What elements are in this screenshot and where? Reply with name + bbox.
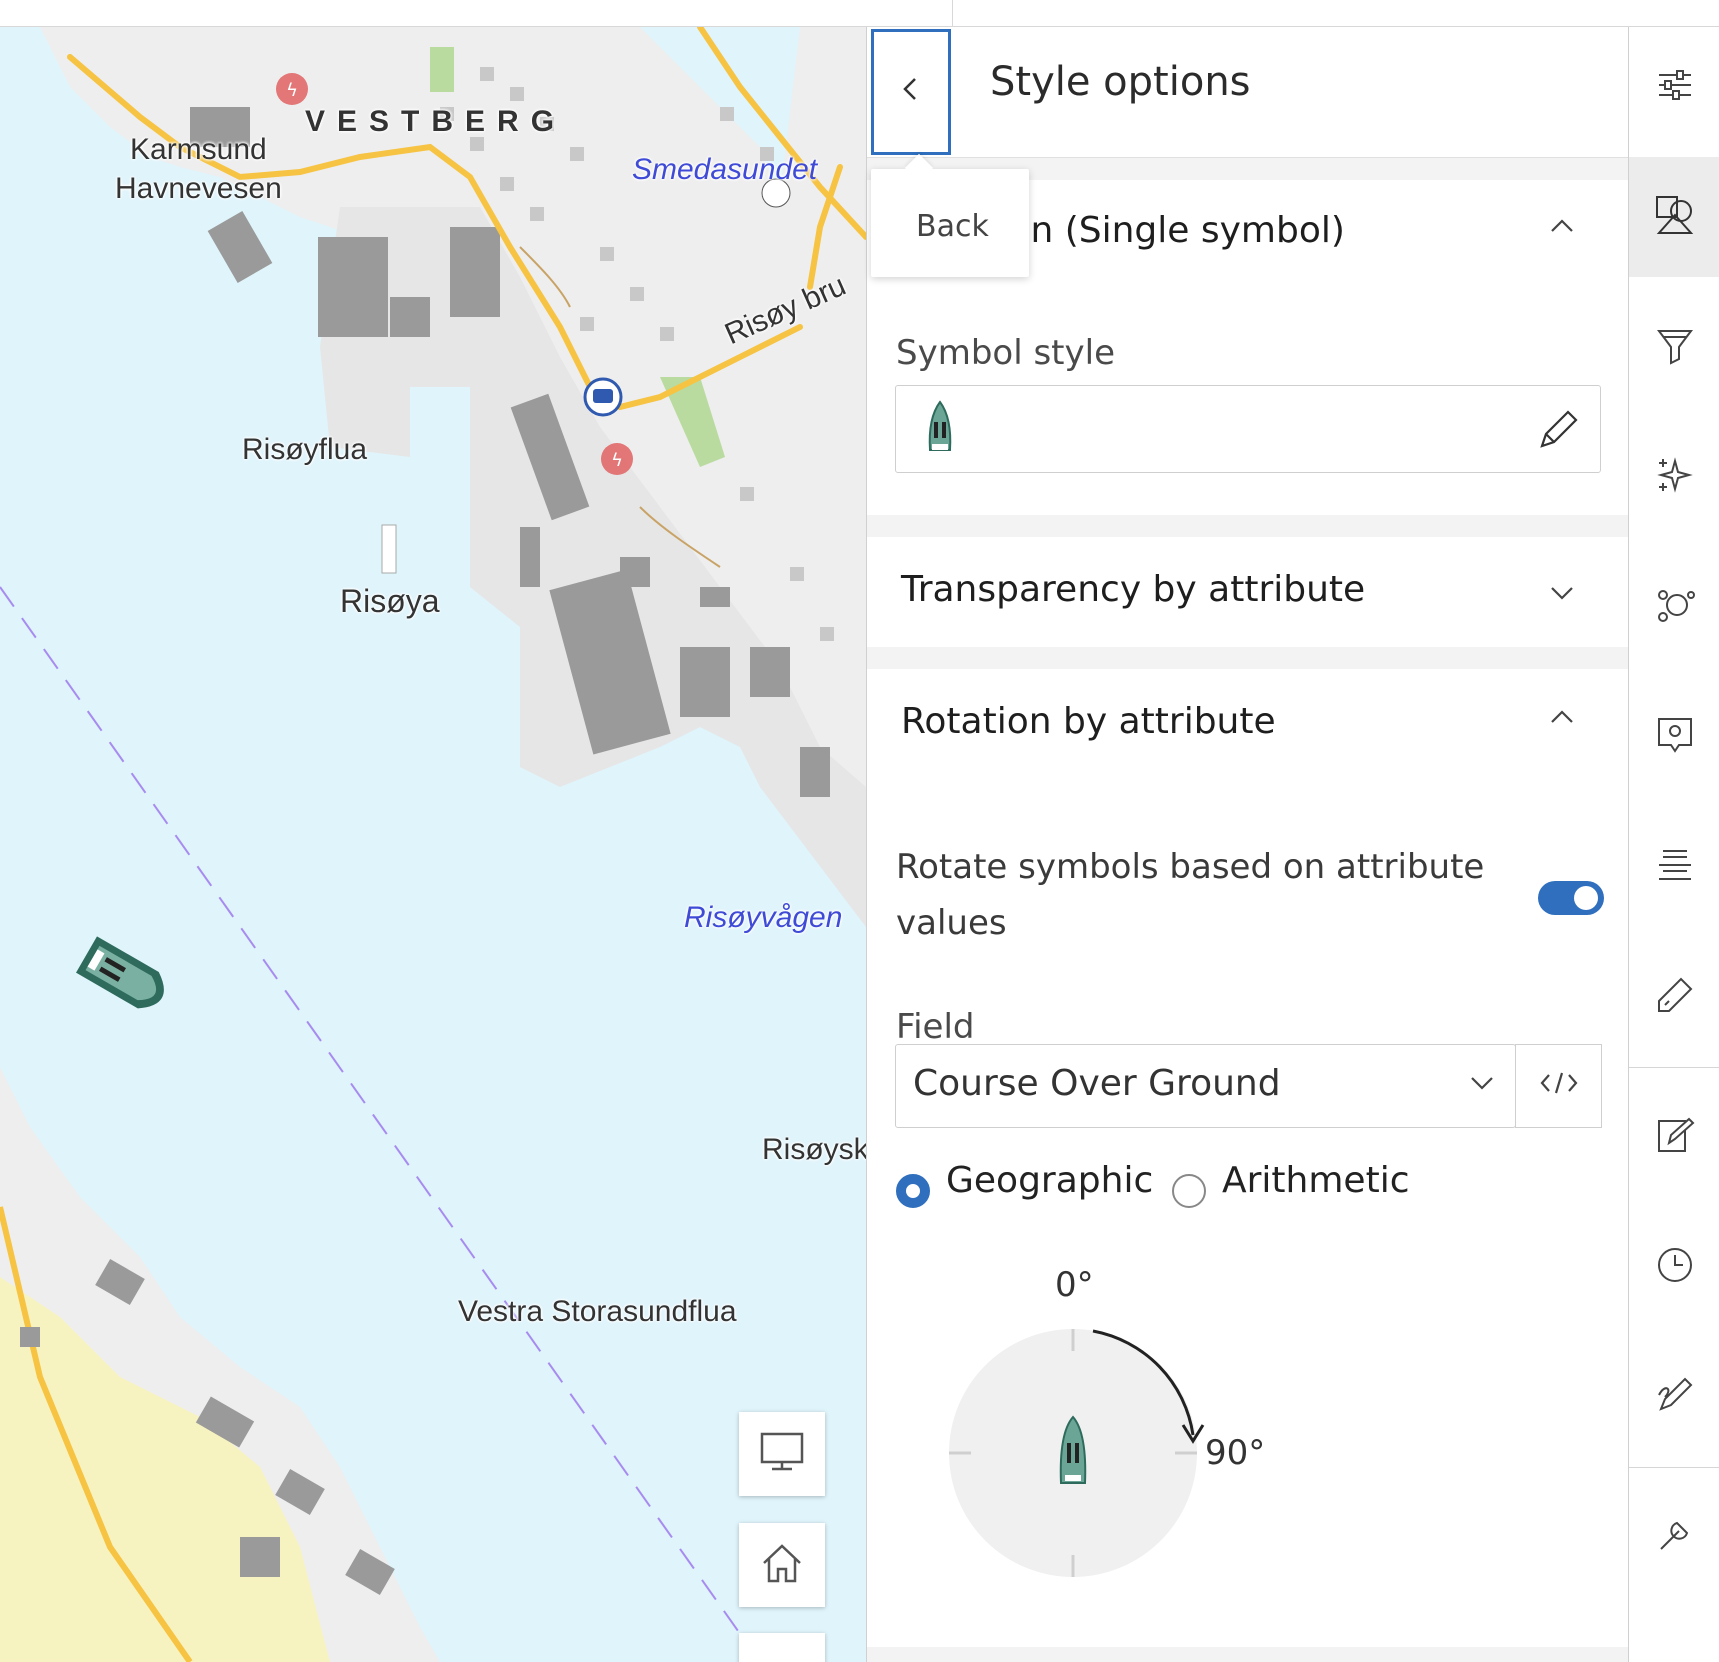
display-button[interactable] <box>739 1412 825 1496</box>
symbol-style-label: Symbol style <box>896 333 1115 373</box>
arithmetic-radio[interactable] <box>1172 1174 1206 1208</box>
label-risoyflua: Risøyflua <box>242 433 368 466</box>
panel-title: Style options <box>990 59 1251 105</box>
home-button[interactable] <box>739 1523 825 1607</box>
rail-time[interactable] <box>1629 1207 1719 1327</box>
rail-edit[interactable] <box>1629 1077 1719 1197</box>
chevron-up-icon <box>1549 709 1575 729</box>
chevron-down-icon <box>1549 585 1575 605</box>
pencil-icon[interactable] <box>1536 408 1580 456</box>
popups-icon <box>1655 715 1695 759</box>
section-transparency-header[interactable]: Transparency by attribute <box>867 537 1629 647</box>
rail-configure[interactable] <box>1629 1477 1719 1597</box>
expression-button[interactable] <box>1515 1044 1602 1128</box>
rail-labels[interactable] <box>1629 807 1719 927</box>
rail-clustering[interactable] <box>1629 547 1719 667</box>
sketch-icon <box>1655 1375 1695 1419</box>
chevron-up-icon <box>1549 218 1575 238</box>
effects-icon <box>1655 455 1695 499</box>
label-vestra-storasundflua: Vestra Storasundflua <box>458 1295 737 1328</box>
label-karmsund: Karmsund <box>130 133 267 166</box>
field-select[interactable]: Course Over Ground <box>895 1044 1516 1128</box>
styles-icon <box>1653 193 1697 241</box>
rail-filter[interactable] <box>1629 287 1719 407</box>
back-button[interactable] <box>871 29 951 155</box>
edit-icon <box>1655 1115 1695 1159</box>
action-rail <box>1628 27 1719 1662</box>
rail-fields[interactable] <box>1629 937 1719 1057</box>
style-options-panel: Style options Back Location (Single symb… <box>866 27 1629 1662</box>
geographic-label: Geographic <box>946 1160 1154 1201</box>
rotate-toggle-label: Rotate symbols based on attribute values <box>896 847 1485 943</box>
label-vestberg: VESTBERG <box>305 105 567 138</box>
labels-icon <box>1655 845 1695 889</box>
clustering-icon <box>1653 583 1697 631</box>
label-risoyvagen: Risøyvågen <box>684 901 843 934</box>
symbol-style-field[interactable] <box>895 385 1601 473</box>
boat-symbol-icon <box>926 400 954 464</box>
chevron-down-icon <box>1469 1075 1495 1095</box>
rotate-toggle[interactable] <box>1538 881 1604 915</box>
field-label: Field <box>896 1007 975 1047</box>
label-risoya: Risøya <box>340 583 440 619</box>
arithmetic-label: Arithmetic <box>1222 1160 1410 1201</box>
section-rotation-title: Rotation by attribute <box>901 701 1276 742</box>
properties-icon <box>1655 65 1695 109</box>
rail-effects[interactable] <box>1629 417 1719 537</box>
back-tooltip: Back <box>871 169 1029 277</box>
configure-icon <box>1655 1515 1695 1559</box>
basemap: ϟ ϟ <box>0 27 866 1662</box>
geographic-radio[interactable] <box>896 1174 930 1208</box>
rail-properties[interactable] <box>1629 27 1719 147</box>
label-risoysk: Risøysk <box>762 1133 866 1166</box>
section-transparency-title: Transparency by attribute <box>901 569 1366 610</box>
dial-label-0: 0° <box>1055 1265 1094 1305</box>
rail-styles[interactable] <box>1629 157 1719 277</box>
top-strip <box>0 0 1719 27</box>
section-rotation-header[interactable]: Rotation by attribute <box>867 669 1629 779</box>
rail-popups[interactable] <box>1629 677 1719 797</box>
fields-icon <box>1655 975 1695 1019</box>
map-view[interactable]: ϟ ϟ VESTBERG Karmsund Havnevesen Smedasu… <box>0 27 866 1662</box>
time-icon <box>1655 1245 1695 1289</box>
filter-icon <box>1655 325 1695 369</box>
svg-text:ϟ: ϟ <box>286 80 298 101</box>
rotation-dial: 0° 90° <box>867 1247 1629 1607</box>
monitor-icon <box>760 1432 804 1476</box>
code-icon <box>1539 1069 1579 1104</box>
label-smedasundet: Smedasundet <box>632 153 818 186</box>
svg-text:ϟ: ϟ <box>611 450 623 471</box>
label-havnevesen: Havnevesen <box>115 172 282 205</box>
rail-sketch[interactable] <box>1629 1337 1719 1457</box>
home-icon <box>760 1541 804 1589</box>
dial-label-90: 90° <box>1205 1433 1266 1473</box>
map-tool-button[interactable] <box>739 1633 825 1662</box>
field-select-value: Course Over Ground <box>913 1063 1281 1104</box>
chevron-left-icon <box>901 73 921 111</box>
